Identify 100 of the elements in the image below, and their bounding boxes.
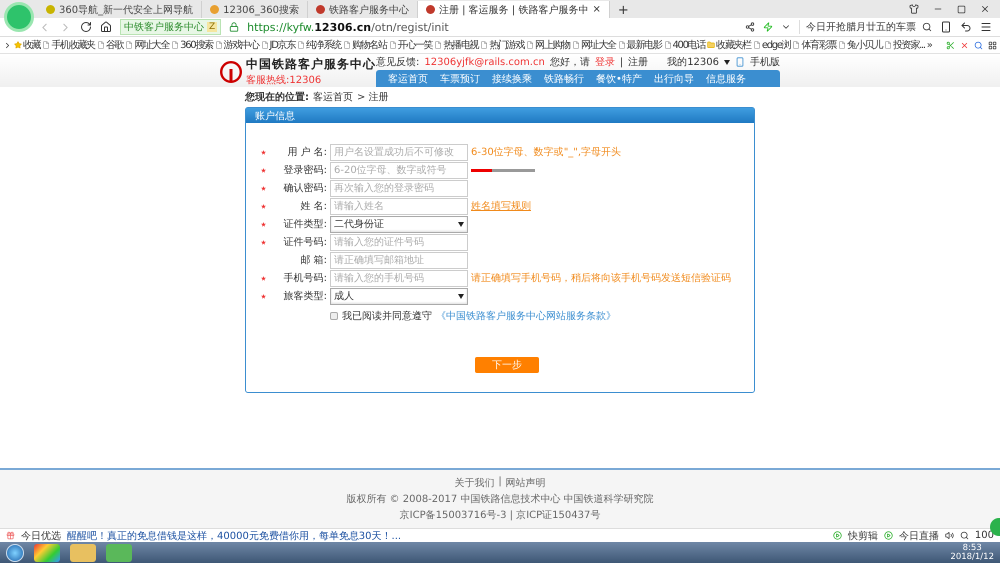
url-field[interactable]: https://kyfw.12306.cn/otn/regist/init — [247, 20, 737, 34]
my12306-menu[interactable]: 我的12306 — [667, 55, 719, 69]
status-label[interactable]: 今日优选 — [21, 528, 61, 542]
browser-tab[interactable]: 注册 | 客运服务 | 铁路客户服务中 × — [418, 1, 610, 18]
nav-item[interactable]: 信息服务 — [700, 70, 752, 87]
more-bookmarks-button[interactable]: » — [926, 40, 932, 50]
lightning-icon[interactable] — [763, 22, 773, 32]
input-field[interactable]: 请输入您的证件号码 — [330, 234, 468, 250]
nav-item[interactable]: 铁路畅行 — [538, 70, 590, 87]
play-icon — [832, 531, 842, 540]
bookmark[interactable]: 手机收藏夹 — [42, 38, 95, 52]
close-icon[interactable] — [980, 4, 990, 14]
nav-item[interactable]: 车票预订 — [434, 70, 486, 87]
input-field[interactable]: 再次输入您的登录密码 — [330, 180, 468, 196]
nav-item[interactable]: 接续换乘 — [486, 70, 538, 87]
bookmark[interactable]: 游戏中心 — [214, 38, 259, 52]
bookmark[interactable]: 360搜索 — [171, 38, 213, 52]
register-link[interactable]: 注册 — [628, 55, 648, 69]
clock-time: 8:53 — [962, 544, 982, 552]
taskbar-app-icon[interactable] — [34, 544, 60, 562]
bookmark[interactable]: edge浏 — [752, 38, 790, 52]
breadcrumb-current: > 注册 — [357, 90, 389, 104]
bookmark[interactable]: 体育彩票 — [792, 38, 836, 52]
bookmark[interactable]: 最新电影 — [618, 38, 662, 52]
play-icon — [884, 531, 893, 540]
separator: | — [620, 56, 624, 68]
clock-date: 2018/1/12 — [950, 552, 994, 562]
bookmark[interactable]: 收藏夹栏 — [707, 38, 751, 52]
nav-item[interactable]: 出行向导 — [648, 70, 700, 87]
reload-icon[interactable] — [80, 21, 92, 33]
bookmark[interactable]: 开心一笑 — [388, 38, 432, 52]
bookmark[interactable]: 谷歌 — [96, 38, 124, 52]
share-icon[interactable] — [745, 22, 755, 32]
bookmark[interactable]: 兔小贝儿 — [838, 38, 882, 52]
field-label: 确认密码: — [282, 182, 327, 195]
status-tool[interactable]: 今日直播 — [898, 528, 939, 542]
menu-icon[interactable] — [980, 21, 992, 33]
terms-link[interactable]: 《中国铁路客户服务中心网站服务条款》 — [436, 309, 616, 323]
page-icon — [171, 41, 180, 49]
bookmark[interactable]: 网址大全 — [572, 38, 616, 52]
input-field[interactable]: 请正确填写邮箱地址 — [330, 252, 468, 268]
page-icon — [214, 41, 223, 49]
bookmark[interactable]: JD京东 — [260, 38, 295, 52]
sidebar-icon[interactable] — [3, 40, 12, 50]
select-field[interactable]: 成人 — [330, 288, 468, 304]
search-field[interactable]: 今日开抢腊月廿五的车票 — [799, 20, 932, 34]
scissors-icon[interactable] — [946, 40, 955, 50]
page-icon — [125, 41, 134, 49]
nav-item[interactable]: 餐饮•特产 — [590, 70, 648, 87]
page-icon — [838, 41, 846, 49]
field-label: 登录密码: — [282, 164, 327, 177]
maximize-icon[interactable] — [957, 4, 966, 14]
bookmark[interactable]: 热播电视 — [434, 38, 478, 52]
gift-icon — [6, 531, 15, 540]
footer-link[interactable]: 网站声明 — [506, 476, 546, 490]
dropdown-arrow-icon — [458, 294, 464, 298]
close-tab-button[interactable]: × — [592, 4, 601, 15]
browser-tab[interactable]: 12306_360搜索 — [202, 1, 308, 18]
favicon-icon — [46, 5, 55, 14]
separator: | — [498, 476, 502, 489]
bookmark[interactable]: 网上购物 — [526, 38, 570, 52]
input-field[interactable]: 请输入您的手机号码 — [330, 270, 468, 286]
input-field[interactable]: 请输入姓名 — [330, 198, 468, 214]
undo-icon[interactable] — [960, 21, 972, 33]
bookmark[interactable]: 400电话 — [664, 38, 706, 52]
news-link[interactable]: 醒醒吧！真正的免息借钱是这样，40000元免费借你用，每单免息30天！... — [67, 528, 827, 542]
bookmark[interactable]: 纯净系统 — [297, 38, 341, 52]
footer-link[interactable]: 关于我们 — [454, 476, 494, 490]
bookmark[interactable]: 购物名站 — [342, 38, 387, 52]
status-tool[interactable]: 快剪辑 — [848, 528, 878, 542]
feedback-email-link[interactable]: 12306yjfk@rails.com.cn — [424, 56, 545, 68]
field-label: 旅客类型: — [282, 290, 327, 303]
select-field[interactable]: 二代身份证 — [330, 216, 468, 232]
feedback-label: 意见反馈: — [376, 56, 420, 69]
apps-icon[interactable] — [988, 40, 997, 50]
shirt-icon[interactable] — [909, 4, 919, 14]
start-button[interactable] — [6, 544, 24, 562]
agree-checkbox[interactable] — [330, 312, 338, 320]
bookmark[interactable]: 收藏 — [14, 38, 40, 52]
search-icon[interactable] — [974, 40, 983, 50]
phone-icon[interactable] — [940, 21, 952, 33]
mobile-link[interactable]: 手机版 — [750, 55, 780, 69]
bookmark[interactable]: 网址大全 — [125, 38, 170, 52]
page-icon — [388, 41, 397, 49]
breadcrumb-link[interactable]: 客运首页 — [313, 90, 353, 104]
page-icon — [618, 41, 626, 49]
input-field[interactable]: 6-20位字母、数字或符号 — [330, 162, 468, 178]
page-icon — [42, 41, 50, 49]
site-title: 中国铁路客户服务中心 — [246, 56, 376, 73]
folder-icon — [707, 41, 716, 49]
bookmark[interactable]: 投资家... — [884, 38, 925, 52]
nav-item[interactable]: 客运首页 — [382, 70, 434, 87]
input-field[interactable]: 用户名设置成功后不可修改 — [330, 144, 468, 160]
new-tab-button[interactable]: + — [610, 3, 637, 18]
bookmark[interactable]: 热门游戏 — [480, 38, 524, 52]
home-icon[interactable] — [100, 21, 112, 33]
browser-tab[interactable]: 360导航_新一代安全上网导航 — [38, 1, 202, 18]
volume-icon[interactable] — [944, 531, 954, 540]
login-link[interactable]: 登录 — [594, 55, 615, 69]
railway-logo-icon — [220, 60, 242, 82]
